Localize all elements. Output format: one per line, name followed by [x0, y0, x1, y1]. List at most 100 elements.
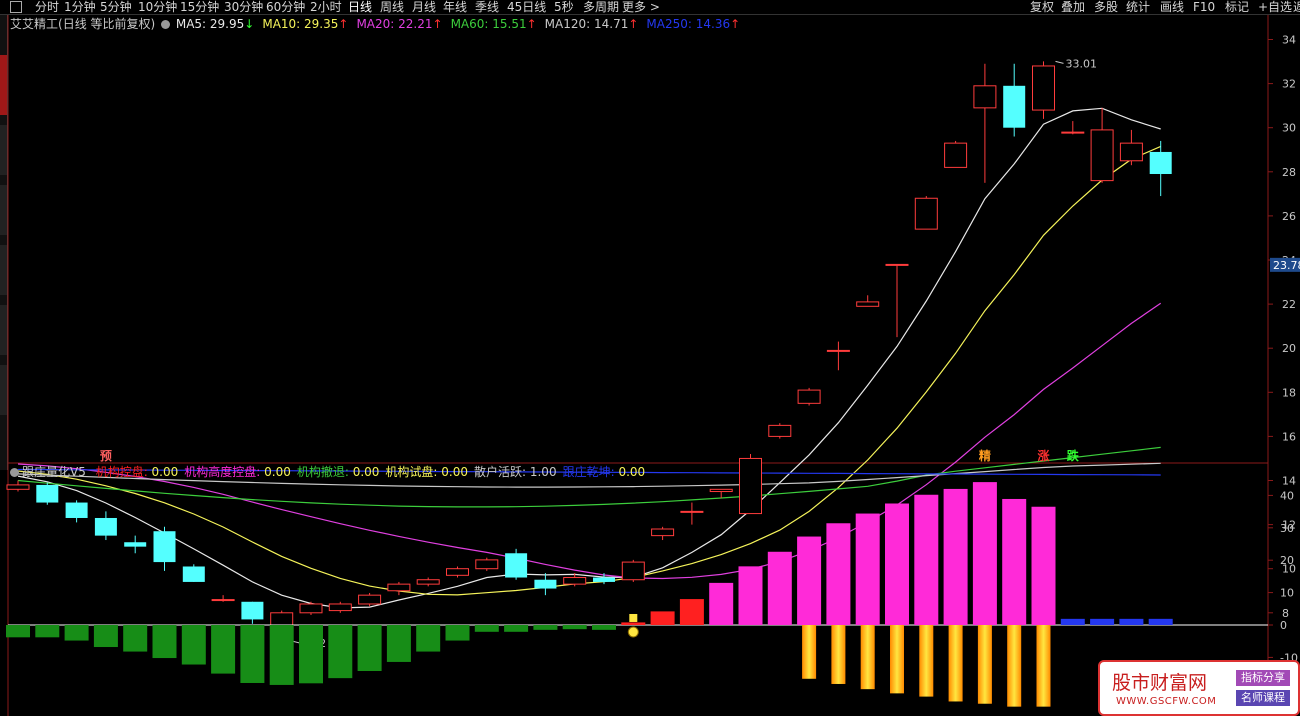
candle-body: [65, 502, 88, 518]
indicator-bar: [709, 582, 734, 625]
indicator-bar: [474, 625, 499, 632]
indicator-bar: [943, 488, 968, 625]
period-tab[interactable]: 10分钟: [138, 0, 177, 14]
period-tab[interactable]: 2小时: [310, 0, 342, 14]
period-tab[interactable]: 分时: [35, 0, 59, 14]
candle-body: [1090, 129, 1114, 182]
candle-body: [211, 599, 235, 602]
period-tab[interactable]: 15分钟: [180, 0, 219, 14]
axis-tick-label: 18: [1282, 386, 1296, 399]
indicator-bar: [416, 625, 441, 652]
indicator-bar: [445, 625, 470, 641]
candle-body: [153, 531, 176, 563]
signal-marker: 涨: [1038, 448, 1050, 463]
indicator-bar: [1090, 618, 1115, 625]
period-tab[interactable]: 月线: [412, 0, 436, 14]
period-tab[interactable]: 季线: [475, 0, 499, 14]
axis-tick-label: 40: [1280, 489, 1294, 502]
toolbar-button[interactable]: 统计: [1126, 0, 1150, 14]
toolbar-button[interactable]: +自选: [1258, 0, 1292, 14]
candle-body: [475, 559, 499, 570]
gold-bar: [919, 625, 934, 697]
gold-bar: [977, 625, 992, 704]
candle-body: [621, 561, 645, 581]
signal-markers: 预精涨跌: [100, 448, 1080, 463]
axis-tick-label: 32: [1282, 78, 1296, 91]
money-bag-icon: [627, 626, 639, 638]
window-icon[interactable]: [10, 1, 22, 13]
toolbar-button[interactable]: 多股: [1094, 0, 1118, 14]
indicator-bar: [93, 625, 118, 648]
candle-body: [593, 577, 615, 582]
axis-tick-label: 34: [1282, 34, 1296, 47]
period-tab[interactable]: 5分钟: [100, 0, 132, 14]
indicator-value: 散户活跃: 1.00: [474, 465, 557, 479]
indicator-bar: [152, 625, 177, 659]
trend-arrow-icon: ↑: [432, 17, 443, 31]
ma-value: MA60: 15.51↑: [450, 17, 537, 31]
candle-body: [768, 424, 792, 437]
period-tab[interactable]: 年线: [443, 0, 467, 14]
toolbar-button[interactable]: 标记: [1225, 0, 1249, 14]
indicator-bar: [1060, 618, 1085, 625]
period-tab[interactable]: 更多 >: [622, 0, 660, 14]
indicator-bar: [767, 551, 792, 625]
toolbar-button[interactable]: 画线: [1160, 0, 1184, 14]
trend-arrow-icon: ↓: [244, 17, 255, 31]
candle-body: [328, 603, 352, 612]
indicator-bar: [328, 625, 353, 679]
period-tab[interactable]: 45日线: [507, 0, 546, 14]
candle-body: [973, 85, 997, 109]
indicator-value: 机构控盘: 0.00: [95, 465, 179, 479]
candle-body: [299, 603, 323, 614]
indicator-value: 机构撤退: 0.00: [296, 465, 380, 479]
candle-body: [1003, 85, 1026, 128]
candle-body: [826, 349, 850, 352]
period-tab[interactable]: 30分钟: [224, 0, 263, 14]
period-tab[interactable]: 5秒: [554, 0, 574, 14]
gold-bar: [831, 625, 846, 684]
indicator-bar: [1119, 618, 1144, 625]
axis-tick-label: 28: [1282, 166, 1296, 179]
indicator-bar: [386, 625, 411, 662]
candle-body: [36, 484, 59, 503]
collapse-icon[interactable]: [10, 468, 19, 477]
axis-tick-label: 22: [1282, 298, 1296, 311]
ma-value: MA20: 22.21↑: [356, 17, 443, 31]
signal-marker: 预: [100, 449, 112, 463]
indicator-bar: [211, 625, 236, 674]
signal-marker: 精: [979, 448, 991, 463]
indicator-value: 机构试盘: 0.00: [385, 465, 468, 479]
indicator-bar: [504, 625, 529, 632]
period-tab[interactable]: 日线: [348, 0, 372, 14]
axis-tick-label: 16: [1282, 430, 1296, 443]
indicator-bar: [797, 536, 822, 625]
candle-body: [1061, 131, 1085, 134]
indicator-bar: [1002, 498, 1027, 625]
candle-body: [1032, 65, 1055, 111]
candle-body: [680, 510, 704, 513]
indicator-bar: [562, 625, 587, 630]
indicator-name: 跟庄量化V5: [22, 465, 86, 479]
toolbar-button[interactable]: 复权: [1030, 0, 1054, 14]
axis-tick-label: 8: [1282, 607, 1289, 620]
collapse-icon[interactable]: [161, 20, 171, 29]
toolbar-button[interactable]: 叠加: [1061, 0, 1085, 14]
watermark-badge: 指标分享: [1236, 670, 1290, 686]
trend-arrow-icon: ↑: [730, 17, 741, 31]
period-tab[interactable]: 1分钟: [64, 0, 96, 14]
period-tab[interactable]: 60分钟: [266, 0, 305, 14]
period-tab[interactable]: 多周期: [583, 0, 619, 14]
gold-bar: [1007, 625, 1022, 707]
kline-chart[interactable]: 33.016.72 预精涨跌 3432302826242220181614121…: [0, 15, 1300, 716]
indicator-bar: [6, 625, 30, 638]
candle-body: [944, 142, 968, 168]
gold-bar: [1036, 625, 1051, 707]
axis-tick-label: 30: [1280, 522, 1294, 535]
axis-tick-label: 20: [1280, 554, 1294, 567]
toolbar-button[interactable]: 返: [1293, 0, 1300, 14]
indicator-bar: [357, 625, 382, 672]
toolbar-button[interactable]: F10: [1193, 0, 1215, 14]
period-tab[interactable]: 周线: [380, 0, 404, 14]
candle-body: [914, 197, 938, 230]
